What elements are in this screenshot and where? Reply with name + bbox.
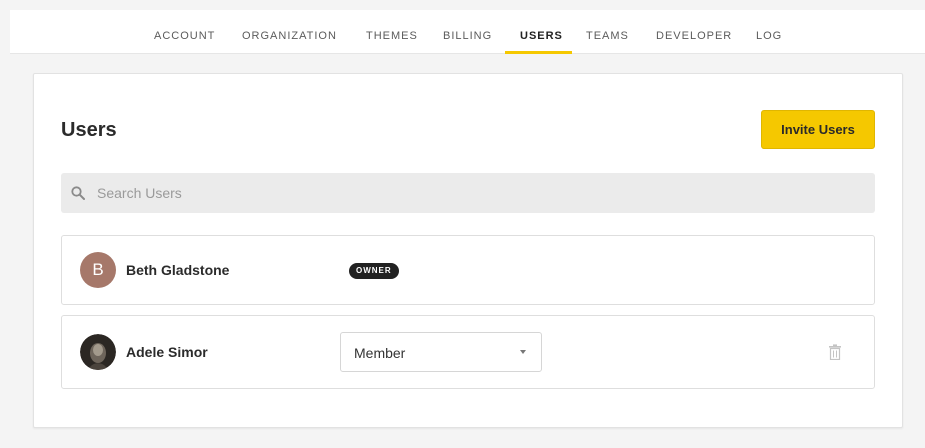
top-navigation: ACCOUNT ORGANIZATION THEMES BILLING USER… [10, 10, 925, 54]
avatar: B [80, 252, 116, 288]
user-row: Adele Simor Member [61, 315, 875, 389]
nav-tab-log[interactable]: LOG [756, 30, 782, 42]
nav-tab-themes[interactable]: THEMES [366, 30, 418, 42]
role-select[interactable]: Member [340, 332, 542, 372]
page-title: Users [61, 119, 117, 141]
users-card: Users Invite Users B Beth Gladstone OWNE… [33, 73, 903, 428]
caret-down-icon [520, 350, 526, 354]
nav-tab-developer[interactable]: DEVELOPER [656, 30, 732, 42]
nav-tab-organization[interactable]: ORGANIZATION [242, 30, 337, 42]
photo-avatar-icon [80, 334, 116, 370]
search-icon [71, 186, 85, 200]
user-name: Beth Gladstone [126, 262, 230, 278]
search-bar [61, 173, 875, 213]
trash-icon[interactable] [828, 344, 842, 360]
nav-tab-account[interactable]: ACCOUNT [154, 30, 215, 42]
search-input[interactable] [97, 173, 857, 213]
active-tab-indicator [505, 51, 572, 54]
role-select-value: Member [354, 345, 406, 361]
nav-tab-teams[interactable]: TEAMS [586, 30, 629, 42]
nav-tab-billing[interactable]: BILLING [443, 30, 492, 42]
invite-users-button[interactable]: Invite Users [761, 110, 875, 149]
owner-badge: OWNER [349, 263, 399, 279]
nav-tab-users[interactable]: USERS [520, 30, 563, 42]
user-row: B Beth Gladstone OWNER [61, 235, 875, 305]
user-name: Adele Simor [126, 344, 208, 360]
